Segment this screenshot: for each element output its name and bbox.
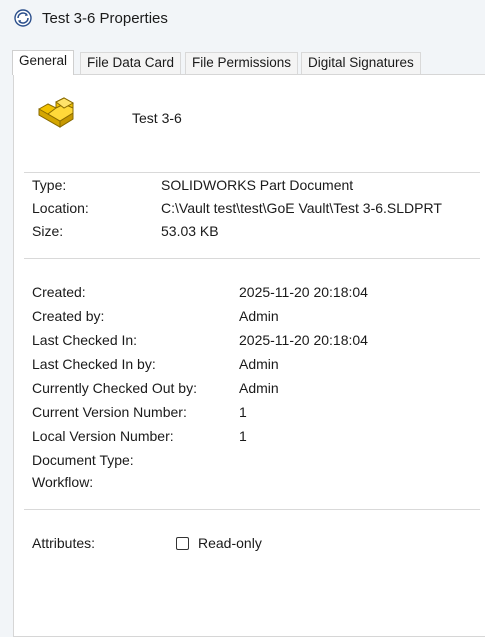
- tab-file-data-card[interactable]: File Data Card: [80, 52, 182, 74]
- readonly-checkbox[interactable]: [176, 537, 189, 550]
- detail-value: 2025-11-20 20:18:04: [239, 332, 368, 348]
- info-value: 53.03 KB: [161, 223, 219, 239]
- detail-label: Local Version Number:: [32, 428, 174, 444]
- detail-label: Last Checked In by:: [32, 356, 156, 372]
- readonly-label[interactable]: Read-only: [198, 535, 262, 551]
- solidworks-part-icon: [38, 97, 75, 128]
- attributes-label: Attributes:: [32, 535, 96, 551]
- divider: [24, 509, 480, 510]
- info-value: SOLIDWORKS Part Document: [161, 177, 354, 193]
- detail-value: 2025-11-20 20:18:04: [239, 284, 368, 300]
- detail-value: Admin: [239, 380, 279, 396]
- divider: [24, 258, 480, 259]
- detail-label: Current Version Number:: [32, 404, 187, 420]
- tab-general[interactable]: General: [12, 50, 75, 75]
- detail-label: Created by:: [32, 308, 105, 324]
- info-label: Location:: [32, 200, 89, 216]
- divider: [24, 172, 480, 173]
- detail-label: Last Checked In:: [32, 332, 138, 348]
- detail-label: Document Type:: [32, 452, 134, 468]
- detail-value: 1: [239, 404, 247, 420]
- vault-app-icon: [14, 9, 32, 27]
- detail-label: Created:: [32, 284, 86, 300]
- detail-label: Workflow:: [32, 474, 94, 490]
- window-title: Test 3-6 Properties: [42, 10, 168, 27]
- detail-value: Admin: [239, 308, 279, 324]
- file-name: Test 3-6: [132, 110, 182, 126]
- tab-file-permissions[interactable]: File Permissions: [185, 52, 299, 74]
- properties-dialog: General File Data Card File Permissions …: [0, 38, 485, 637]
- detail-label: Currently Checked Out by:: [32, 380, 197, 396]
- general-panel: Test 3-6 Type: SOLIDWORKS Part Document …: [13, 74, 485, 637]
- info-label: Size:: [32, 223, 64, 239]
- detail-value: Admin: [239, 356, 279, 372]
- title-bar[interactable]: Test 3-6 Properties: [0, 0, 485, 38]
- info-value: C:\Vault test\test\GoE Vault\Test 3-6.SL…: [161, 200, 442, 216]
- detail-value: 1: [239, 428, 247, 444]
- tab-digital-signatures[interactable]: Digital Signatures: [301, 52, 421, 74]
- info-label: Type:: [32, 177, 67, 193]
